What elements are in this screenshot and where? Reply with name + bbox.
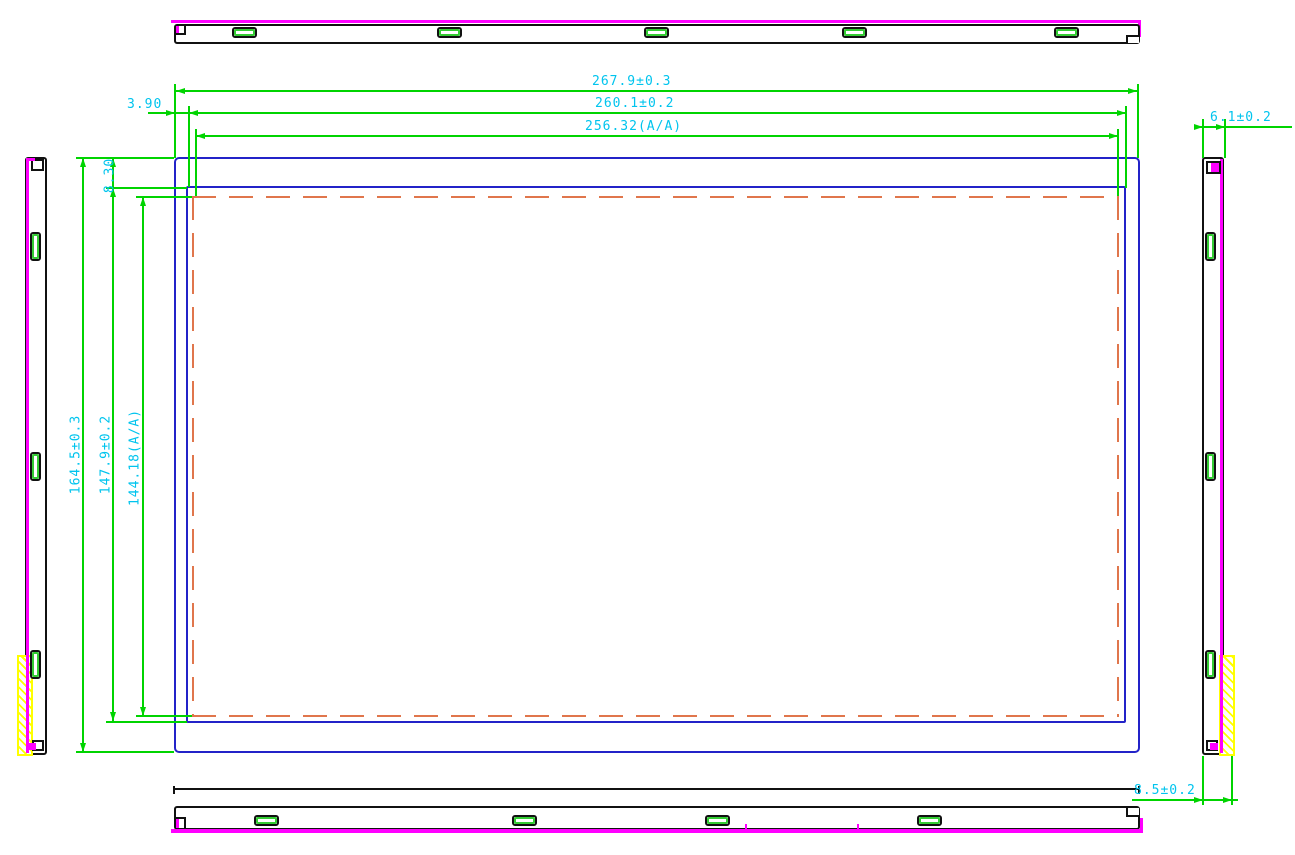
extension-line xyxy=(76,157,174,159)
extension-line xyxy=(1125,106,1127,188)
dimension-line xyxy=(195,135,1119,137)
bezel-opening-outline xyxy=(186,186,1126,723)
arrowhead xyxy=(80,743,86,752)
left-edge-top-highlight xyxy=(26,158,35,161)
mounting-slot xyxy=(644,27,669,38)
bottom-edge-body xyxy=(174,806,1140,830)
arrowhead xyxy=(140,197,146,206)
dim-text-outline-height: 164.5±0.3 xyxy=(70,414,83,496)
extension-line xyxy=(1137,84,1139,158)
arrowhead xyxy=(1109,133,1118,139)
bottom-edge-lip-tick-left xyxy=(173,786,175,794)
dim-text-top-offset: 8.30 xyxy=(104,146,117,206)
dimension-line xyxy=(148,112,1127,114)
drawing-canvas: 267.9±0.3 260.1±0.2 256.32(A/A) 3.90 8.3… xyxy=(0,0,1295,855)
dim-text-bottom-thickness: 8.5±0.2 xyxy=(1134,784,1196,797)
mounting-slot xyxy=(1205,232,1216,261)
dim-text-outline-width: 267.9±0.3 xyxy=(592,75,671,88)
bottom-edge-highlight-end xyxy=(1140,818,1143,831)
bottom-edge-right-step xyxy=(1126,808,1139,817)
extension-line xyxy=(1117,129,1119,197)
extension-line xyxy=(106,187,187,189)
arrowhead xyxy=(80,158,86,167)
arrowhead xyxy=(1194,124,1203,130)
mounting-slot xyxy=(705,815,730,826)
dim-text-bezel-height: 147.9±0.2 xyxy=(100,414,113,496)
mounting-slot xyxy=(1205,452,1216,481)
bottom-edge-highlight xyxy=(171,829,1143,833)
mounting-slot xyxy=(437,27,462,38)
dim-text-left-offset: 3.90 xyxy=(127,98,162,111)
bottom-edge-tick xyxy=(745,824,747,830)
mounting-slot xyxy=(232,27,257,38)
left-edge-bottom-highlight xyxy=(28,743,36,750)
dim-text-active-width: 256.32(A/A) xyxy=(585,120,682,133)
active-area-bottom xyxy=(192,715,1119,717)
active-area-right xyxy=(1117,196,1119,717)
right-edge-bottom-highlight xyxy=(1210,743,1218,750)
extension-line xyxy=(106,721,187,723)
dim-text-bezel-width: 260.1±0.2 xyxy=(595,97,674,110)
arrowhead xyxy=(196,133,205,139)
arrowhead xyxy=(1128,88,1137,94)
mounting-slot xyxy=(842,27,867,38)
mounting-slot xyxy=(30,232,41,261)
mounting-slot xyxy=(30,452,41,481)
bottom-edge-left-notch xyxy=(176,817,186,828)
arrowhead xyxy=(1117,110,1126,116)
mounting-slot xyxy=(512,815,537,826)
arrowhead xyxy=(110,712,116,721)
mounting-slot xyxy=(1054,27,1079,38)
bottom-edge-lip-line xyxy=(174,788,1140,790)
dimension-line xyxy=(174,90,1139,92)
extension-line xyxy=(188,106,190,187)
bottom-edge-tick xyxy=(857,824,859,830)
extension-line xyxy=(174,84,176,158)
arrowhead xyxy=(140,707,146,716)
left-edge-highlight xyxy=(26,159,29,753)
dim-text-side-thickness: 6.1±0.2 xyxy=(1210,111,1272,124)
arrowhead xyxy=(166,110,175,116)
arrowhead xyxy=(1223,797,1232,803)
mounting-slot xyxy=(30,650,41,679)
top-edge-left-notch xyxy=(176,26,186,35)
mounting-slot xyxy=(254,815,279,826)
extension-line xyxy=(195,129,197,197)
dimension-line xyxy=(1196,126,1292,128)
active-area-left xyxy=(192,196,194,717)
top-edge-right-step xyxy=(1126,35,1139,43)
top-edge-highlight xyxy=(171,20,1141,23)
dim-text-active-height: 144.18(A/A) xyxy=(129,409,142,507)
mounting-slot xyxy=(1205,650,1216,679)
mounting-slot xyxy=(917,815,942,826)
right-edge-top-notch xyxy=(1206,161,1221,174)
right-edge-highlight xyxy=(1220,159,1223,753)
arrowhead xyxy=(189,110,198,116)
arrowhead xyxy=(176,88,185,94)
extension-line xyxy=(76,751,174,753)
active-area-top xyxy=(192,196,1119,198)
